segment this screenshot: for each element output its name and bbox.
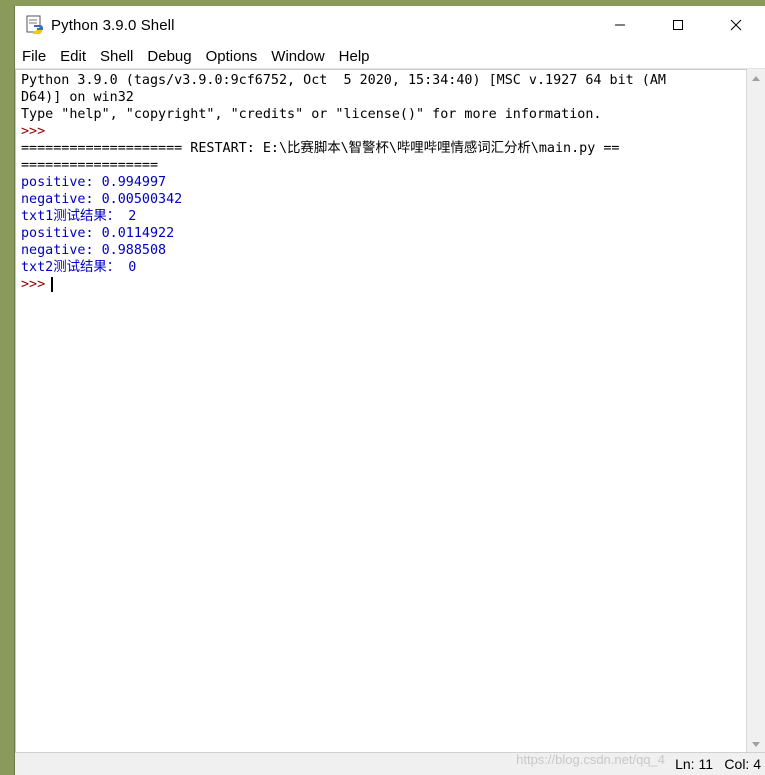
- minimize-icon: [615, 24, 625, 26]
- maximize-icon: [673, 20, 683, 30]
- window-controls: [591, 6, 765, 44]
- close-button[interactable]: [707, 6, 765, 44]
- restart-line: ==================== RESTART: E:\比赛脚本\智警…: [21, 141, 620, 156]
- output-line: negative: 0.00500342: [21, 192, 183, 207]
- line-number-status: Ln: 11: [675, 756, 713, 772]
- shell-text-area[interactable]: Python 3.9.0 (tags/v3.9.0:9cf6752, Oct 5…: [15, 69, 747, 753]
- output-line: txt1测试结果： 2: [21, 209, 137, 224]
- menu-shell[interactable]: Shell: [100, 48, 133, 65]
- arrow-up-icon: [752, 75, 760, 81]
- scroll-down-button[interactable]: [747, 736, 765, 753]
- title-bar[interactable]: Python 3.9.0 Shell: [15, 6, 765, 44]
- menu-edit[interactable]: Edit: [60, 48, 86, 65]
- output-line: txt2测试结果： 0: [21, 260, 137, 275]
- banner-line: D64)] on win32: [21, 90, 134, 105]
- watermark-text: https://blog.csdn.net/qq_4: [516, 752, 665, 767]
- shell-prompt: >>>: [21, 277, 46, 292]
- window-title: Python 3.9.0 Shell: [51, 16, 175, 34]
- text-cursor: [51, 277, 54, 292]
- status-bar: https://blog.csdn.net/qq_4 Ln: 11 Col: 4: [15, 752, 765, 775]
- scroll-up-button[interactable]: [747, 69, 765, 86]
- output-line: positive: 0.994997: [21, 175, 167, 190]
- python-idle-icon: [26, 15, 43, 34]
- idle-shell-window: Python 3.9.0 Shell File Edit Shell Debug…: [14, 6, 765, 775]
- menu-help[interactable]: Help: [339, 48, 370, 65]
- restart-line: =================: [21, 158, 159, 173]
- arrow-down-icon: [752, 741, 760, 747]
- banner-line: Type "help", "copyright", "credits" or "…: [21, 107, 602, 122]
- shell-prompt: >>>: [21, 124, 46, 139]
- input-line[interactable]: >>>: [21, 276, 747, 293]
- maximize-button[interactable]: [649, 6, 707, 44]
- menu-file[interactable]: File: [22, 48, 46, 65]
- menu-window[interactable]: Window: [271, 48, 324, 65]
- banner-line: Python 3.9.0 (tags/v3.9.0:9cf6752, Oct 5…: [21, 73, 666, 88]
- close-icon: [730, 19, 742, 31]
- menu-options[interactable]: Options: [206, 48, 258, 65]
- menu-debug[interactable]: Debug: [147, 48, 191, 65]
- column-number-status: Col: 4: [724, 756, 761, 772]
- vertical-scrollbar[interactable]: [746, 69, 765, 753]
- output-line: positive: 0.0114922: [21, 226, 175, 241]
- minimize-button[interactable]: [591, 6, 649, 44]
- output-line: negative: 0.988508: [21, 243, 167, 258]
- menu-bar: File Edit Shell Debug Options Window Hel…: [15, 44, 765, 69]
